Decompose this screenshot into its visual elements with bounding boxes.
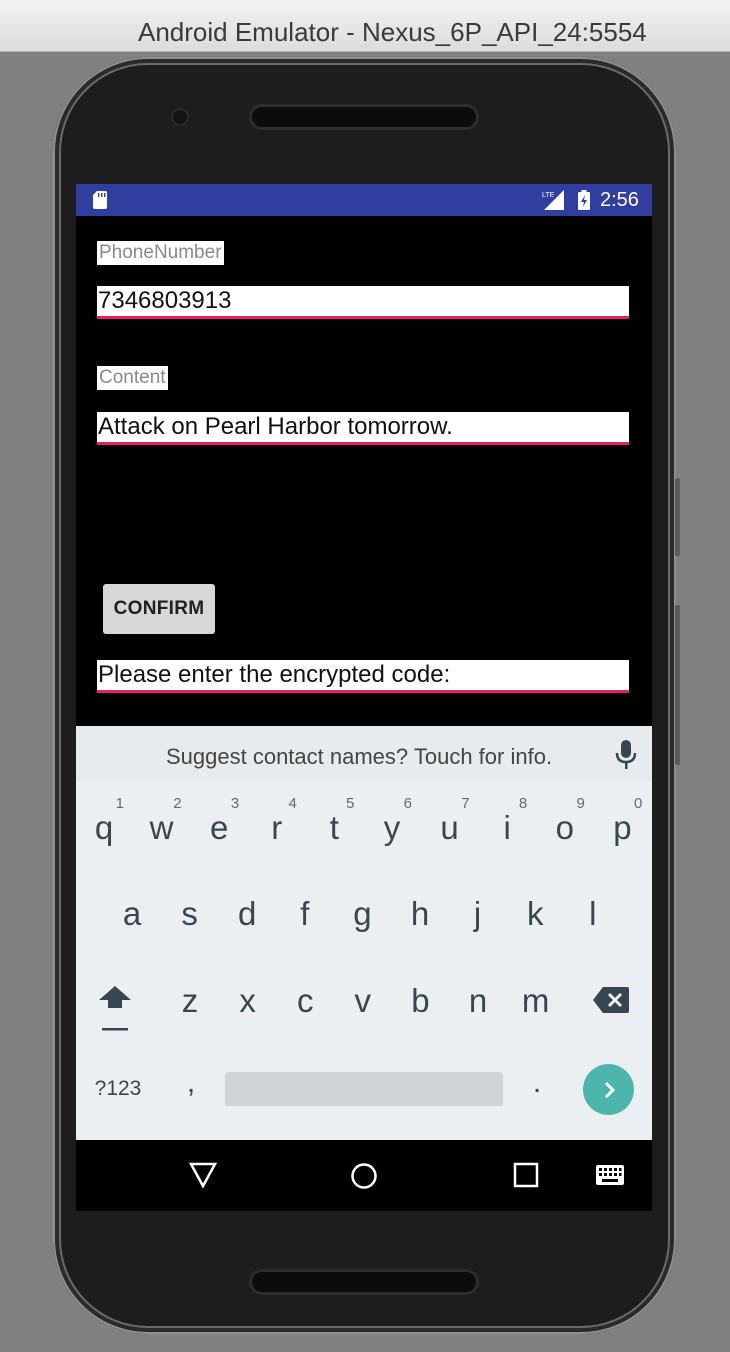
key-a[interactable]: a [104,874,160,954]
key-w[interactable]: w2 [134,788,190,868]
key-g[interactable]: g [334,874,390,954]
key-x[interactable]: x [220,961,276,1041]
key-n[interactable]: n [450,961,506,1041]
key-number-hint: 6 [403,795,412,812]
key-r[interactable]: r4 [249,788,305,868]
key-e[interactable]: e3 [191,788,247,868]
status-clock: 2:56 [600,189,639,211]
mic-icon[interactable] [615,740,637,770]
key-number-hint: 9 [576,795,585,812]
enter-arrow-icon [604,1081,615,1098]
key-v[interactable]: v [335,961,391,1041]
back-icon[interactable] [189,1162,217,1188]
phone-number-input[interactable]: 7346803913 [97,286,629,319]
key-number-hint: 4 [288,795,297,812]
confirm-button[interactable]: CONFIRM [103,584,215,634]
key-number-hint: 0 [634,795,643,812]
key-d[interactable]: d [219,874,275,954]
key-i[interactable]: i8 [479,788,535,868]
shift-icon[interactable] [98,984,132,1034]
key-k[interactable]: k [507,874,563,954]
sd-card-icon [93,191,107,209]
keyboard-icon[interactable] [596,1165,624,1185]
bottom-speaker [252,1272,476,1292]
phone-number-label: PhoneNumber [97,241,224,265]
key-b[interactable]: b [392,961,448,1041]
key-h[interactable]: h [392,874,448,954]
content-label: Content [97,366,168,390]
key-s[interactable]: s [162,874,218,954]
key-m[interactable]: m [508,961,564,1041]
key-y[interactable]: y6 [364,788,420,868]
space-key[interactable] [225,1072,503,1106]
symbols-key[interactable]: ?123 [86,1074,150,1104]
svg-text:LTE: LTE [542,192,555,199]
key-p[interactable]: p0 [594,788,650,868]
key-l[interactable]: l [565,874,621,954]
soft-keyboard: Suggest contact names? Touch for info. q… [76,726,652,1140]
volume-button[interactable] [675,605,680,765]
key-number-hint: 5 [346,795,355,812]
status-bar: LTE 2:56 [76,184,652,216]
front-camera [171,108,189,126]
key-number-hint: 3 [230,795,240,812]
recents-icon[interactable] [513,1162,539,1188]
key-f[interactable]: f [277,874,333,954]
key-j[interactable]: j [450,874,506,954]
enter-key[interactable] [583,1064,634,1115]
comma-key[interactable]: , [176,1066,206,1100]
emulator-title-bar: Android Emulator - Nexus_6P_API_24:5554 [0,0,730,52]
content-input[interactable]: Attack on Pearl Harbor tomorrow. [97,412,629,445]
battery-charging-icon [578,190,590,210]
period-key[interactable]: . [522,1066,552,1100]
key-t[interactable]: t5 [306,788,362,868]
key-u[interactable]: u7 [422,788,478,868]
device-screen: LTE 2:56 PhoneNumber 7346803913 Content … [76,184,652,1211]
backspace-icon[interactable] [593,987,629,1013]
key-number-hint: 1 [115,795,124,812]
power-button[interactable] [675,478,680,556]
key-o[interactable]: o9 [537,788,593,868]
key-number-hint: 8 [518,795,528,812]
key-q[interactable]: q1 [76,788,132,868]
home-icon[interactable] [350,1162,378,1190]
window-title: Android Emulator - Nexus_6P_API_24:5554 [138,17,647,47]
key-number-hint: 7 [461,795,470,812]
suggestion-text[interactable]: Suggest contact names? Touch for info. [166,744,552,770]
key-number-hint: 2 [173,795,182,812]
suggestion-strip[interactable]: Suggest contact names? Touch for info. [76,726,652,782]
top-speaker [252,107,476,127]
encrypted-code-input[interactable]: Please enter the encrypted code: [97,660,629,693]
key-z[interactable]: z [162,961,218,1041]
lte-signal-icon: LTE [542,190,564,210]
key-c[interactable]: c [277,961,333,1041]
navigation-bar [76,1140,652,1211]
